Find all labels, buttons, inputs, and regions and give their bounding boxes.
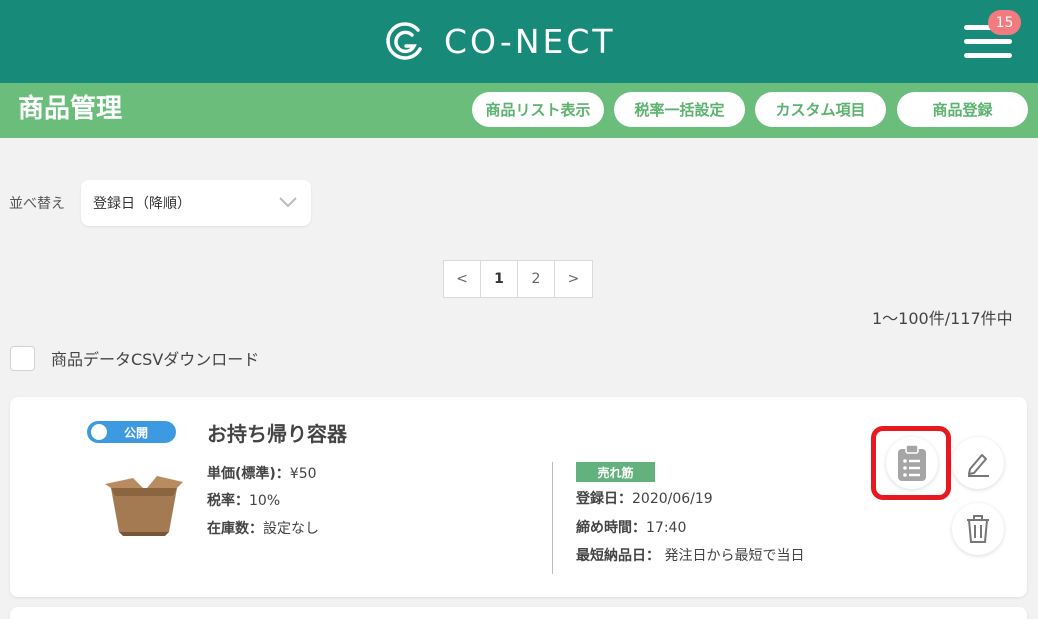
pagination: < 1 2 > bbox=[443, 260, 593, 298]
bulk-tax-button[interactable]: 税率一括設定 bbox=[614, 92, 745, 127]
sub-header: 商品管理 商品リスト表示 税率一括設定 カスタム項目 商品登録 bbox=[0, 83, 1038, 138]
logo-text: CO-NECT bbox=[444, 21, 616, 61]
registered-row: 登録日：2020/06/19 bbox=[576, 489, 713, 509]
pagination-next[interactable]: > bbox=[555, 261, 592, 297]
delete-button[interactable] bbox=[952, 503, 1004, 555]
tax-label: 税率： bbox=[207, 493, 249, 509]
logo-mark-icon bbox=[386, 22, 422, 60]
deadline-value: 17:40 bbox=[646, 520, 687, 536]
unit-price-row: 単価(標準)：¥50 bbox=[207, 464, 317, 484]
registered-value: 2020/06/19 bbox=[632, 491, 713, 507]
tax-row: 税率：10% bbox=[207, 491, 280, 511]
unit-price-value: ¥50 bbox=[289, 466, 317, 482]
trash-icon bbox=[967, 515, 989, 543]
toggle-knob bbox=[91, 424, 107, 440]
stock-label: 在庫数： bbox=[207, 521, 263, 537]
csv-download-checkbox[interactable] bbox=[10, 346, 35, 371]
publish-toggle[interactable]: 公開 bbox=[87, 421, 176, 443]
product-list-button[interactable]: 商品リスト表示 bbox=[472, 92, 604, 127]
unit-price-label: 単価(標準)： bbox=[207, 466, 290, 482]
delivery-row: 最短納品日： 発注日から最短で当日 bbox=[576, 546, 804, 566]
register-product-button[interactable]: 商品登録 bbox=[897, 92, 1028, 127]
highlight-box bbox=[871, 426, 951, 500]
sort-selected-value: 登録日（降順） bbox=[93, 196, 191, 212]
product-name: お持ち帰り容器 bbox=[207, 422, 347, 446]
pencil-icon bbox=[968, 454, 989, 477]
delivery-label: 最短納品日： bbox=[576, 548, 660, 564]
bestseller-tag: 売れ筋 bbox=[576, 462, 655, 482]
stock-row: 在庫数：設定なし bbox=[207, 519, 319, 539]
registered-label: 登録日： bbox=[576, 491, 632, 507]
csv-download-label[interactable]: 商品データCSVダウンロード bbox=[51, 346, 259, 370]
pagination-page-2[interactable]: 2 bbox=[518, 261, 555, 297]
product-thumbnail bbox=[105, 476, 183, 536]
deadline-row: 締め時間：17:40 bbox=[576, 518, 686, 538]
card-divider bbox=[552, 462, 553, 574]
stock-value: 設定なし bbox=[263, 521, 319, 537]
tax-value: 10% bbox=[249, 493, 281, 509]
page-title: 商品管理 bbox=[18, 94, 123, 124]
pagination-page-1[interactable]: 1 bbox=[481, 261, 518, 297]
sort-label: 並べ替え bbox=[9, 196, 65, 212]
pagination-prev[interactable]: < bbox=[444, 261, 481, 297]
custom-fields-button[interactable]: カスタム項目 bbox=[755, 92, 886, 127]
publish-status: 公開 bbox=[124, 425, 149, 440]
top-header: CO-NECT 15 bbox=[0, 0, 1038, 83]
chevron-down-icon bbox=[279, 197, 297, 208]
logo[interactable]: CO-NECT bbox=[384, 18, 616, 64]
result-count: 1～100件/117件中 bbox=[872, 309, 1013, 328]
deadline-label: 締め時間： bbox=[576, 520, 646, 536]
delivery-value: 発注日から最短で当日 bbox=[660, 548, 805, 564]
sort-select[interactable]: 登録日（降順） bbox=[81, 180, 311, 226]
edit-button[interactable] bbox=[952, 437, 1004, 489]
product-card-next bbox=[10, 607, 1027, 619]
notification-badge: 15 bbox=[988, 10, 1021, 35]
